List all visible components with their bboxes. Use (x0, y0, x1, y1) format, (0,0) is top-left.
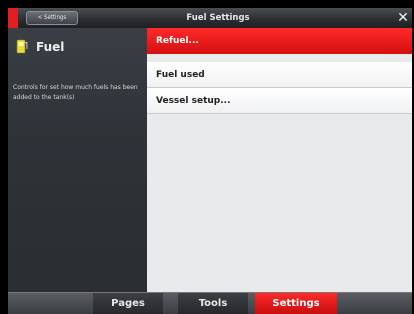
accent-marker (8, 8, 18, 28)
close-icon[interactable]: ✕ (396, 10, 410, 26)
window-title: Fuel Settings (186, 13, 250, 23)
settings-menu: Refuel... Fuel used Vessel setup... (147, 28, 412, 292)
info-panel: Fuel Controls for set how much fuels has… (8, 28, 147, 292)
bottom-tab-bar: Pages Tools Settings (8, 292, 412, 314)
tab-settings[interactable]: Settings (255, 293, 337, 314)
panel-description: Controls for set how much fuels has been… (13, 84, 138, 101)
fuel-settings-screen: < Settings Fuel Settings ✕ Fuel Controls… (8, 8, 412, 314)
menu-item-refuel[interactable]: Refuel... (147, 28, 412, 54)
back-settings-button[interactable]: < Settings (26, 11, 78, 25)
menu-item-fuel-used[interactable]: Fuel used (147, 62, 412, 88)
tab-tools[interactable]: Tools (178, 293, 248, 314)
menu-item-vessel-setup[interactable]: Vessel setup... (147, 88, 412, 114)
tab-pages[interactable]: Pages (93, 293, 163, 314)
title-bar: < Settings Fuel Settings ✕ (8, 8, 412, 28)
panel-title: Fuel (36, 40, 65, 54)
fuel-icon (16, 39, 28, 54)
